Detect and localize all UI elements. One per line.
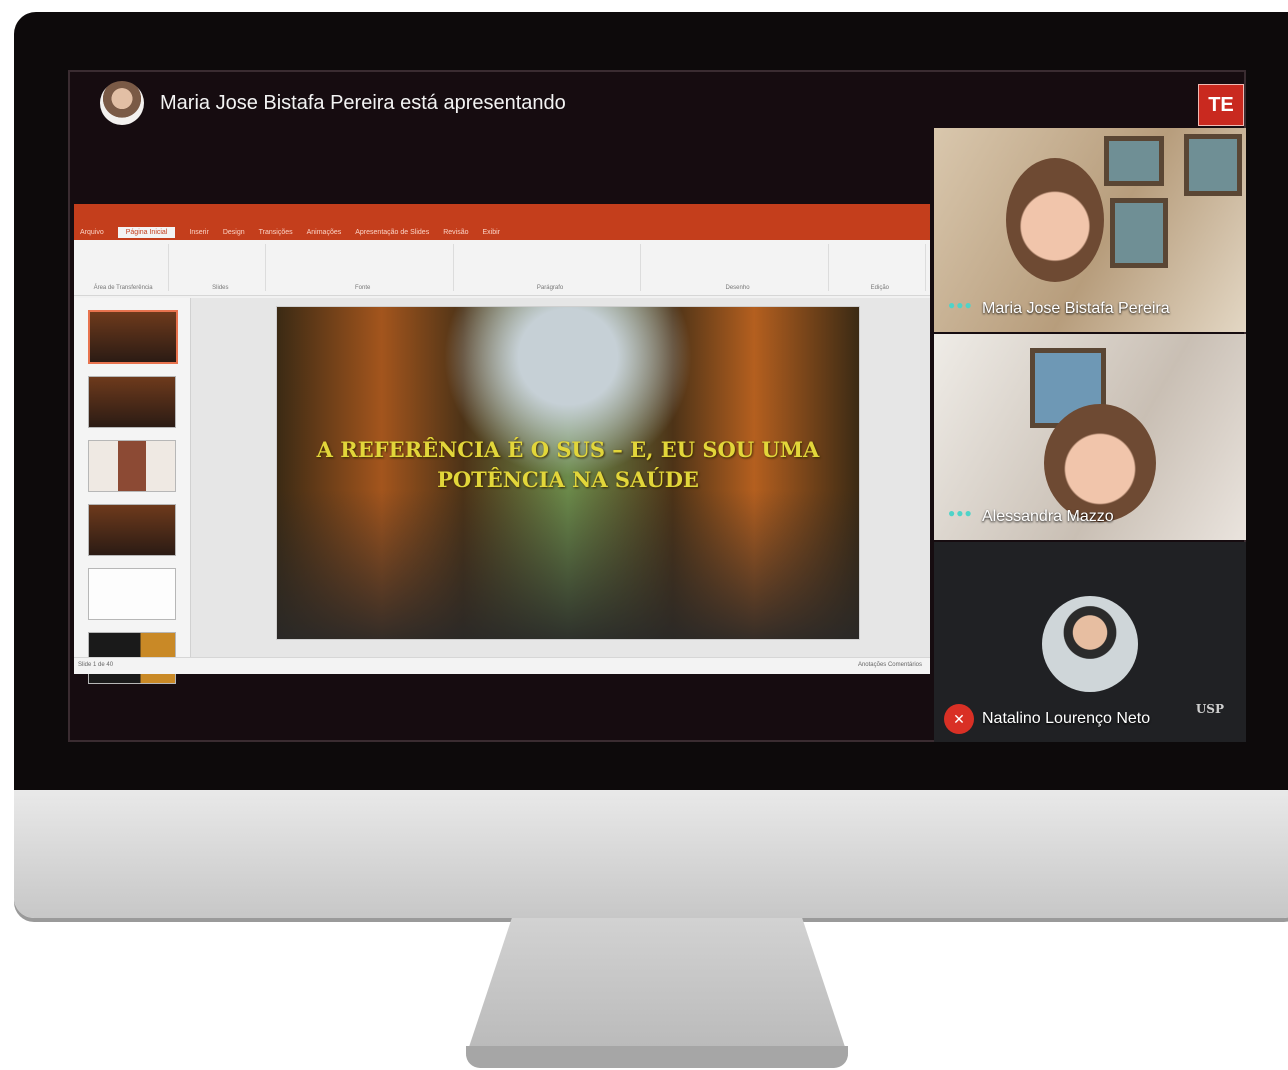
te-badge[interactable]: TE — [1198, 84, 1244, 126]
participant-tile-2[interactable]: ●●● Alessandra Mazzo — [934, 334, 1246, 540]
slide-thumbnail-1[interactable] — [88, 310, 178, 364]
shared-powerpoint-window: Arquivo Página Inicial Inserir Design Tr… — [74, 204, 930, 684]
current-slide[interactable]: A REFERÊNCIA É O SUS – E, EU SOU UMA POT… — [276, 306, 860, 640]
ribbon-group-label: Parágrafo — [536, 285, 564, 291]
monitor-chin — [14, 790, 1288, 918]
ppt-workspace: A REFERÊNCIA É O SUS – E, EU SOU UMA POT… — [74, 298, 930, 684]
ppt-tab-inicial[interactable]: Página Inicial — [117, 226, 176, 238]
participant-name: Natalino Lourenço Neto — [982, 710, 1151, 727]
ribbon-group-label: Área de Transferência — [93, 285, 153, 291]
wall-picture — [1184, 134, 1242, 196]
ppt-tab-inserir[interactable]: Inserir — [189, 229, 208, 236]
ribbon-group-drawing: Desenho — [647, 244, 829, 291]
participant-video-face — [1044, 404, 1156, 522]
mic-off-icon: ✕ — [944, 704, 974, 734]
ppt-tab-revisao[interactable]: Revisão — [443, 229, 468, 236]
ribbon-group-label: Edição — [870, 285, 890, 291]
presenter-text: Maria Jose Bistafa Pereira está apresent… — [160, 91, 566, 114]
ppt-ribbon-tabs: Arquivo Página Inicial Inserir Design Tr… — [74, 224, 930, 240]
ppt-tab-exibir[interactable]: Exibir — [482, 229, 500, 236]
slide-thumbnail-4[interactable] — [88, 504, 176, 556]
ribbon-group-paragraph: Parágrafo — [460, 244, 642, 291]
slide-title: A REFERÊNCIA É O SUS – E, EU SOU UMA POT… — [316, 437, 820, 492]
user-avatar-icon — [1042, 596, 1138, 692]
ppt-tab-transicoes[interactable]: Transições — [259, 229, 293, 236]
ppt-title-bar — [74, 204, 930, 224]
meet-screen: Maria Jose Bistafa Pereira está apresent… — [68, 70, 1246, 742]
speaking-indicator-icon: ●●● — [948, 506, 973, 520]
ribbon-group-label: Slides — [212, 285, 229, 291]
ppt-tab-arquivo[interactable]: Arquivo — [80, 229, 104, 236]
presenter-bar: Maria Jose Bistafa Pereira está apresent… — [100, 80, 566, 126]
speaking-indicator-icon: ●●● — [948, 298, 973, 312]
ppt-status-bar: Slide 1 de 40 Anotações Comentários — [74, 657, 930, 674]
presenter-avatar — [100, 81, 144, 125]
ribbon-group-clipboard: Área de Transferência — [78, 244, 170, 291]
slide-thumbnail-2[interactable] — [88, 376, 176, 428]
status-right-controls[interactable]: Anotações Comentários — [858, 662, 922, 668]
participant-name: Maria Jose Bistafa Pereira — [982, 300, 1170, 317]
ribbon-group-font: Fonte — [272, 244, 454, 291]
ribbon-group-label: Fonte — [354, 285, 371, 291]
wall-picture — [1110, 198, 1168, 268]
ribbon-group-editing: Edição — [835, 244, 926, 291]
participant-name: Alessandra Mazzo — [982, 508, 1114, 525]
ppt-tab-design[interactable]: Design — [223, 229, 245, 236]
participant-tile-1[interactable]: ●●● Maria Jose Bistafa Pereira — [934, 128, 1246, 332]
wall-picture — [1104, 136, 1164, 186]
ribbon-group-slides: Slides — [175, 244, 267, 291]
slide-thumbnails-panel[interactable] — [74, 298, 191, 684]
ppt-tab-apresentacao[interactable]: Apresentação de Slides — [355, 229, 429, 236]
slide-counter: Slide 1 de 40 — [78, 662, 114, 668]
ppt-ribbon: Área de Transferência Slides Fonte Parág… — [74, 240, 930, 296]
slide-thumbnail-3[interactable] — [88, 440, 176, 492]
ppt-tab-animacoes[interactable]: Animações — [307, 229, 342, 236]
usp-logo: USP — [1195, 702, 1224, 716]
ribbon-group-label: Desenho — [725, 285, 750, 291]
participant-tile-3[interactable]: ✕ Natalino Lourenço Neto USP — [934, 542, 1246, 742]
slide-thumbnail-5[interactable] — [88, 568, 176, 620]
monitor-stand-base — [466, 1046, 848, 1068]
participant-video-face — [1006, 158, 1104, 282]
